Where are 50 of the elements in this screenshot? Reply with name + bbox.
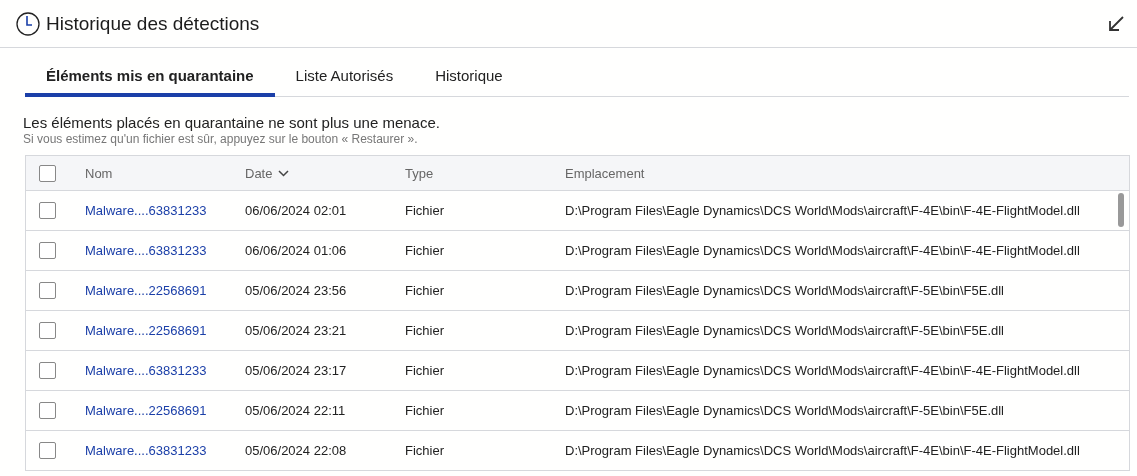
tab[interactable]: Éléments mis en quarantaine [25, 58, 275, 97]
tab[interactable]: Historique [414, 58, 524, 97]
scrollbar-thumb[interactable] [1118, 193, 1124, 227]
date-cell: 06/06/2024 01:06 [245, 243, 347, 258]
column-header[interactable]: Emplacement [565, 165, 645, 181]
row-checkbox[interactable] [39, 282, 56, 299]
location-cell: D:\Program Files\Eagle Dynamics\DCS World\Mods\aircraft\F-4E\bin\F-4E-FlightModel.dll [565, 363, 1080, 378]
row-checkbox[interactable] [39, 362, 56, 379]
chevron-down-icon [278, 169, 290, 177]
column-header[interactable]: Nom [85, 165, 113, 181]
type-cell: Fichier [405, 243, 444, 258]
location-cell: D:\Program Files\Eagle Dynamics\DCS World\Mods\aircraft\F-4E\bin\F-4E-FlightModel.dll [565, 203, 1080, 218]
date-cell: 05/06/2024 23:21 [245, 323, 347, 338]
file-name-link[interactable]: Malware....22568691 [85, 323, 207, 338]
location-cell: D:\Program Files\Eagle Dynamics\DCS World\Mods\aircraft\F-4E\bin\F-4E-FlightModel.dll [565, 443, 1080, 458]
row-checkbox[interactable] [39, 402, 56, 419]
type-cell: Fichier [405, 323, 444, 338]
column-header[interactable]: Type [405, 165, 434, 181]
diagonal-arrow-icon [1107, 14, 1125, 33]
date-cell: 05/06/2024 23:17 [245, 363, 347, 378]
type-cell: Fichier [405, 283, 444, 298]
location-cell: D:\Program Files\Eagle Dynamics\DCS World\Mods\aircraft\F-4E\bin\F-4E-FlightModel.dll [565, 243, 1080, 258]
file-name-link[interactable]: Malware....22568691 [85, 403, 207, 418]
window-title: Historique des détections [46, 12, 261, 35]
type-cell: Fichier [405, 443, 444, 458]
date-cell: 06/06/2024 02:01 [245, 203, 347, 218]
file-name-link[interactable]: Malware....63831233 [85, 443, 207, 458]
date-cell: 05/06/2024 22:11 [245, 403, 346, 418]
row-checkbox[interactable] [39, 442, 56, 459]
column-header[interactable]: Date [245, 165, 273, 181]
tab[interactable]: Liste Autorisés [274, 58, 415, 97]
select-all-checkbox[interactable] [39, 164, 56, 182]
date-cell: 05/06/2024 22:08 [245, 443, 347, 458]
date-cell: 05/06/2024 23:56 [245, 283, 347, 298]
row-checkbox[interactable] [39, 202, 56, 219]
location-cell: D:\Program Files\Eagle Dynamics\DCS World\Mods\aircraft\F-5E\bin\F5E.dll [565, 283, 1004, 298]
row-checkbox[interactable] [39, 322, 56, 339]
file-name-link[interactable]: Malware....63831233 [85, 243, 207, 258]
location-cell: D:\Program Files\Eagle Dynamics\DCS World\Mods\aircraft\F-5E\bin\F5E.dll [565, 323, 1004, 338]
type-cell: Fichier [405, 203, 444, 218]
hint-text: Si vous estimez qu'un fichier est sûr, appuyez sur le bouton « Restaurer ». [23, 132, 419, 146]
clock-icon [16, 11, 40, 36]
row-checkbox[interactable] [39, 242, 56, 259]
file-name-link[interactable]: Malware....63831233 [85, 363, 207, 378]
file-name-link[interactable]: Malware....22568691 [85, 283, 207, 298]
location-cell: D:\Program Files\Eagle Dynamics\DCS World\Mods\aircraft\F-5E\bin\F5E.dll [565, 403, 1004, 418]
file-name-link[interactable]: Malware....63831233 [85, 203, 207, 218]
type-cell: Fichier [405, 403, 444, 418]
type-cell: Fichier [405, 363, 444, 378]
description-text: Les éléments placés en quarantaine ne sont plus une menace. [23, 114, 441, 131]
